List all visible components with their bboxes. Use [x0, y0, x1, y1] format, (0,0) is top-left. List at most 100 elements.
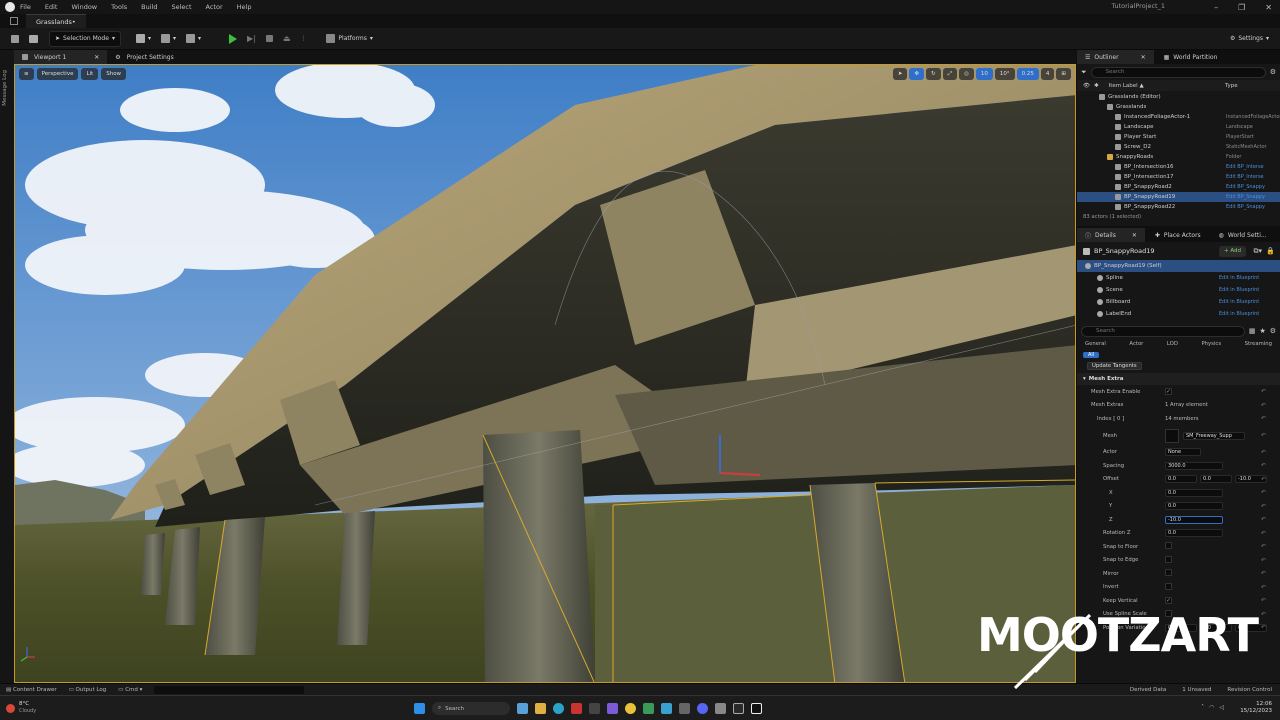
- reset-to-default-icon[interactable]: ↶: [1261, 624, 1266, 631]
- clock[interactable]: 12:06 15/12/2023: [1240, 701, 1272, 715]
- widgets-icon[interactable]: [517, 703, 528, 714]
- property-number-field[interactable]: 3000.0: [1165, 461, 1223, 470]
- level-viewport[interactable]: ≡ Perspective Lit Show ➤ ✥ ↻ ⤢ ◎ 10 10° …: [14, 64, 1076, 683]
- reset-to-default-icon[interactable]: ↶: [1261, 557, 1266, 564]
- message-log-tab[interactable]: Message Log: [2, 70, 8, 106]
- outliner-row[interactable]: BP_SnappyRoad22 Edit BP_Snappy: [1077, 202, 1280, 212]
- cinematics-icon[interactable]: ▾: [181, 31, 206, 47]
- chevron-up-icon[interactable]: ˄: [1201, 704, 1204, 711]
- grid-icon[interactable]: ▦: [1249, 327, 1256, 335]
- menu-window[interactable]: Window: [71, 3, 97, 11]
- world-local-icon[interactable]: ◎: [959, 68, 974, 80]
- app-blue-icon[interactable]: [661, 703, 672, 714]
- cat-actor[interactable]: Actor: [1129, 341, 1143, 347]
- github-icon[interactable]: [589, 703, 600, 714]
- component-row[interactable]: Scene Edit in Blueprint: [1077, 284, 1280, 296]
- output-log-button[interactable]: ▭ Output Log: [69, 687, 107, 693]
- reset-to-default-icon[interactable]: ↶: [1261, 611, 1266, 618]
- reset-to-default-icon[interactable]: ↶: [1261, 476, 1266, 483]
- gear-icon[interactable]: ⚙: [1270, 327, 1276, 335]
- outliner-row[interactable]: Grasslands (Editor): [1077, 92, 1280, 102]
- wifi-icon[interactable]: ◠: [1209, 704, 1214, 711]
- mesh-extra-section[interactable]: ▾ Mesh Extra: [1077, 373, 1280, 385]
- reset-to-default-icon[interactable]: ↶: [1261, 388, 1266, 395]
- filter-icon[interactable]: ⏷: [1081, 68, 1087, 77]
- discord-icon[interactable]: [697, 703, 708, 714]
- property-number-field[interactable]: 0.0: [1165, 502, 1223, 511]
- save-icon[interactable]: [6, 31, 24, 47]
- cat-lod[interactable]: LOD: [1167, 341, 1178, 347]
- property-number-field[interactable]: 0.0: [1165, 529, 1223, 538]
- console-input[interactable]: [154, 685, 305, 694]
- reset-to-default-icon[interactable]: ↶: [1261, 489, 1266, 496]
- close-icon[interactable]: ✕: [1141, 54, 1146, 61]
- col-type[interactable]: Type: [1225, 83, 1238, 89]
- outliner-row[interactable]: SnappyRoads Folder: [1077, 152, 1280, 162]
- tab-world-settings[interactable]: ◍ World Setti...: [1211, 228, 1275, 242]
- menu-build[interactable]: Build: [141, 3, 157, 11]
- weather-widget[interactable]: 8°C Cloudy: [6, 701, 36, 715]
- property-vector-field[interactable]: 0.0: [1200, 475, 1232, 484]
- rotate-tool-icon[interactable]: ↻: [926, 68, 941, 80]
- edit-blueprint-link[interactable]: Edit BP_Interse: [1226, 174, 1264, 180]
- unreal-logo-icon[interactable]: [5, 2, 15, 12]
- add-actor-icon[interactable]: ▾: [131, 31, 156, 47]
- step-icon[interactable]: ▶|: [242, 31, 261, 47]
- property-checkbox[interactable]: [1165, 542, 1172, 550]
- cat-physics[interactable]: Physics: [1201, 341, 1221, 347]
- actor-class-select[interactable]: None: [1165, 448, 1201, 457]
- edit-blueprint-link[interactable]: Edit BP_Snappy: [1226, 204, 1265, 210]
- content-drawer-button[interactable]: ▤ Content Drawer: [6, 687, 57, 693]
- reset-to-default-icon[interactable]: ↶: [1261, 462, 1266, 469]
- star-icon[interactable]: ★: [1259, 327, 1265, 335]
- content-browser-icon[interactable]: [24, 31, 43, 47]
- property-checkbox[interactable]: ✓: [1165, 388, 1172, 396]
- menu-edit[interactable]: Edit: [45, 3, 58, 11]
- app-green-icon[interactable]: [643, 703, 654, 714]
- play-button[interactable]: [224, 31, 242, 47]
- outliner-row[interactable]: Landscape Landscape: [1077, 122, 1280, 132]
- reset-to-default-icon[interactable]: ↶: [1261, 449, 1266, 456]
- reset-to-default-icon[interactable]: ↶: [1261, 402, 1266, 409]
- reset-to-default-icon[interactable]: ↶: [1261, 432, 1266, 439]
- close-icon[interactable]: ✕: [94, 54, 99, 61]
- outliner-row[interactable]: BP_SnappyRoad2 Edit BP_Snappy: [1077, 182, 1280, 192]
- app-red-icon[interactable]: [571, 703, 582, 714]
- scale-tool-icon[interactable]: ⤢: [942, 68, 958, 80]
- reset-to-default-icon[interactable]: ↶: [1261, 516, 1266, 523]
- property-checkbox[interactable]: [1165, 582, 1172, 590]
- edge-icon[interactable]: [553, 703, 564, 714]
- tab-viewport-1[interactable]: Viewport 1 ✕: [14, 50, 108, 64]
- menu-actor[interactable]: Actor: [206, 3, 223, 11]
- app-gray-icon[interactable]: [679, 703, 690, 714]
- speaker-icon[interactable]: ◁: [1219, 704, 1224, 711]
- tab-outliner[interactable]: ☰ Outliner ✕: [1077, 50, 1154, 64]
- chrome-icon[interactable]: [625, 703, 636, 714]
- cat-streaming[interactable]: Streaming: [1245, 341, 1272, 347]
- viewport-menu-button[interactable]: ≡: [19, 68, 34, 80]
- reset-to-default-icon[interactable]: ↶: [1261, 584, 1266, 591]
- minimize-icon[interactable]: –: [1214, 3, 1218, 12]
- settings-button[interactable]: ⚙ Settings ▾: [1225, 31, 1274, 47]
- menu-tools[interactable]: Tools: [111, 3, 127, 11]
- reset-to-default-icon[interactable]: ↶: [1261, 530, 1266, 537]
- reset-to-default-icon[interactable]: ↶: [1261, 415, 1266, 422]
- mesh-thumbnail-icon[interactable]: [1165, 428, 1179, 443]
- show-button[interactable]: Show: [101, 68, 127, 80]
- property-number-field[interactable]: 0.0: [1165, 488, 1223, 497]
- app-misc-icon[interactable]: [715, 703, 726, 714]
- cmd-button[interactable]: ▭ Cmd ▾: [118, 687, 142, 693]
- menu-file[interactable]: File: [20, 3, 31, 11]
- camera-speed-button[interactable]: 4: [1040, 68, 1055, 80]
- component-row[interactable]: Spline Edit in Blueprint: [1077, 272, 1280, 284]
- edit-blueprint-link[interactable]: Edit BP_Interse: [1226, 164, 1264, 170]
- outliner-row[interactable]: BP_SnappyRoad19 Edit BP_Snappy: [1077, 192, 1280, 202]
- scale-snap-button[interactable]: 0.25: [1016, 68, 1039, 80]
- mesh-asset-picker[interactable]: SM_Freeway_Supp: [1183, 431, 1245, 440]
- close-icon[interactable]: ✕: [1265, 3, 1272, 12]
- start-icon[interactable]: [414, 703, 425, 714]
- reset-to-default-icon[interactable]: ↶: [1261, 570, 1266, 577]
- unsaved-button[interactable]: 1 Unsaved: [1182, 687, 1211, 693]
- play-options-icon[interactable]: ⋮: [295, 31, 311, 47]
- taskbar-search[interactable]: ⌕ Search: [432, 702, 510, 715]
